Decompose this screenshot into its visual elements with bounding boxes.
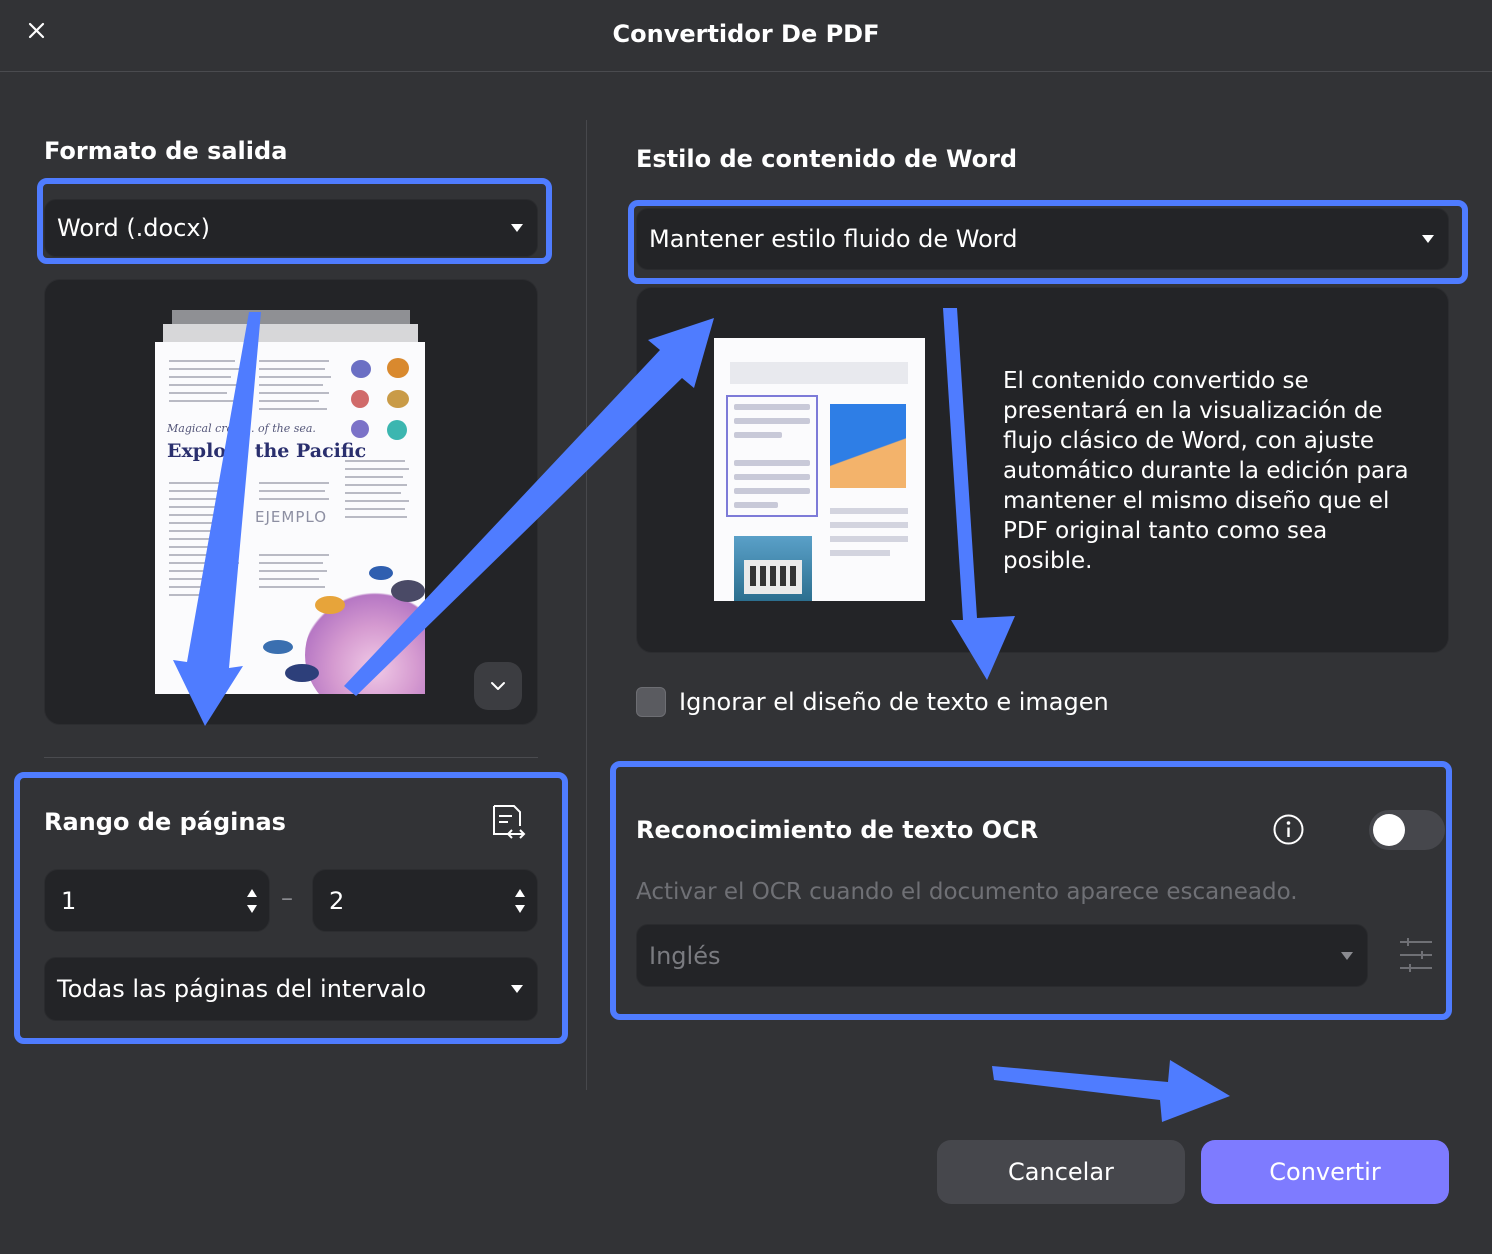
ocr-language-dropdown[interactable]: Inglés bbox=[636, 924, 1368, 987]
caret-down-icon bbox=[1341, 951, 1353, 960]
expand-preview-button[interactable] bbox=[474, 662, 522, 710]
ocr-title: Reconocimiento de texto OCR bbox=[636, 816, 1039, 844]
section-divider bbox=[44, 757, 538, 758]
dialog-title: Convertidor De PDF bbox=[612, 20, 880, 48]
toggle-knob bbox=[1373, 814, 1405, 846]
cancel-button[interactable]: Cancelar bbox=[937, 1140, 1185, 1204]
page-from-stepper[interactable] bbox=[44, 869, 270, 932]
ocr-settings-button[interactable] bbox=[1398, 936, 1434, 974]
decrement-icon[interactable] bbox=[247, 904, 257, 913]
sliders-icon bbox=[1400, 938, 1432, 972]
decrement-icon[interactable] bbox=[515, 904, 525, 913]
ocr-description: Activar el OCR cuando el documento apare… bbox=[636, 879, 1298, 905]
caret-down-icon bbox=[511, 224, 523, 232]
increment-icon[interactable] bbox=[247, 888, 257, 897]
ignore-layout-checkbox[interactable] bbox=[636, 687, 666, 717]
word-style-dropdown[interactable]: Mantener estilo fluido de Word bbox=[636, 208, 1449, 270]
word-style-description: El contenido convertido se presentará en… bbox=[1003, 368, 1409, 574]
convert-button[interactable]: Convertir bbox=[1201, 1140, 1449, 1204]
page-to-stepper[interactable] bbox=[312, 869, 538, 932]
preview-document: Magical creat... of the sea. Explore the… bbox=[155, 342, 425, 694]
ocr-info-button[interactable] bbox=[1272, 813, 1305, 846]
increment-icon[interactable] bbox=[515, 888, 525, 897]
info-icon bbox=[1273, 814, 1304, 845]
annotation-arrow bbox=[992, 1060, 1230, 1122]
page-subset-value: Todas las páginas del intervalo bbox=[57, 975, 427, 1003]
preview-title: Explore the Pacific bbox=[167, 440, 367, 462]
ocr-language-value: Inglés bbox=[649, 941, 721, 970]
page-to-input[interactable] bbox=[327, 885, 471, 916]
caret-down-icon bbox=[1422, 235, 1434, 243]
preview-page-stack bbox=[163, 324, 418, 344]
ignore-layout-label[interactable]: Ignorar el diseño de texto e imagen bbox=[679, 688, 1109, 716]
output-format-dropdown[interactable]: Word (.docx) bbox=[44, 199, 538, 257]
word-style-value: Mantener estilo fluido de Word bbox=[649, 225, 1018, 253]
page-range-swap-icon bbox=[493, 805, 526, 839]
ocr-toggle[interactable] bbox=[1369, 810, 1445, 850]
flow-layout-illustration bbox=[714, 338, 925, 601]
output-format-heading: Formato de salida bbox=[44, 137, 288, 165]
chevron-down-icon bbox=[491, 682, 505, 690]
page-subset-dropdown[interactable]: Todas las páginas del intervalo bbox=[44, 957, 538, 1021]
page-from-input[interactable] bbox=[59, 885, 203, 916]
output-format-value: Word (.docx) bbox=[57, 214, 210, 242]
column-divider bbox=[586, 120, 587, 1090]
page-range-heading: Rango de páginas bbox=[44, 808, 286, 836]
preview-subtitle: Magical creat... of the sea. bbox=[167, 422, 316, 435]
caret-down-icon bbox=[511, 985, 523, 993]
word-style-heading: Estilo de contenido de Word bbox=[636, 145, 1018, 173]
page-range-swap-button[interactable] bbox=[486, 800, 530, 844]
range-separator: – bbox=[281, 884, 293, 912]
preview-watermark: EJEMPLO bbox=[255, 508, 327, 526]
